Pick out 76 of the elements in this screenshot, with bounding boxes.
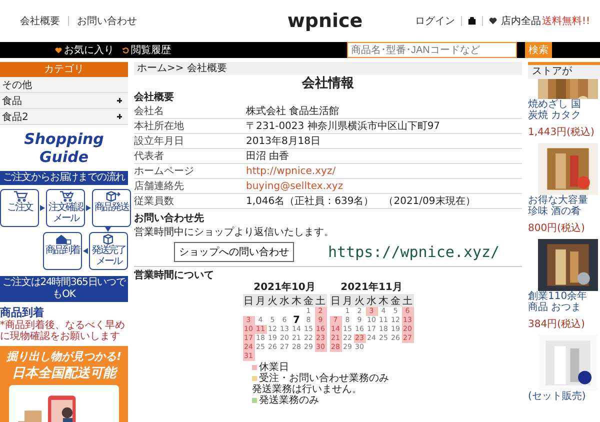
login-link[interactable]: ログイン (414, 14, 455, 28)
notice-label: 店内全品 (500, 14, 541, 28)
step-tile: 商品発送 (92, 189, 131, 227)
legend-note: 発送業務は行いません。 (252, 384, 363, 395)
product-name[interactable]: お得な大容量 (528, 195, 600, 206)
heart-icon (488, 17, 497, 25)
bag-icon[interactable] (468, 17, 476, 25)
site-logo[interactable]: wpnice (260, 10, 390, 32)
contact-shop-button[interactable]: ショップへの問い合わせ (174, 242, 294, 262)
step-tile: 注文確認メール (46, 189, 85, 227)
product-name[interactable]: 炭焼 カタク (528, 110, 600, 121)
search-field[interactable]: 商品名･型番･JANコードなど (347, 42, 517, 58)
product-name[interactable]: 珍味 酒の肴 (528, 206, 600, 217)
table-value: 〒231-0023 神奈川県横浜市中区山下町97 (246, 120, 440, 133)
page-title: 会社情報 (300, 76, 355, 91)
weekday-header: 日 月 火 水 木 金 土 (242, 294, 326, 307)
history-link[interactable]: 閲覧履歴 (122, 43, 171, 57)
house-icon (54, 233, 72, 245)
category-item[interactable]: 食品2 (0, 109, 128, 125)
table-link[interactable]: buying@selltex.xyz (246, 180, 344, 192)
section-heading: 営業時間について (134, 269, 215, 282)
flow-banner: ご注文からお届けまでの流れ (0, 171, 128, 185)
site-url: https://wpnice.xyz/ (328, 243, 500, 261)
step-tile: 商品到着 (43, 232, 82, 270)
product-name[interactable]: 創業110余年 (528, 291, 600, 302)
table-link[interactable]: http://wpnice.xyz/ (246, 166, 336, 176)
table-value: 株式会社 食品生活館 (246, 104, 340, 118)
contact-text: 営業時間中にショップより返信いたします。 (134, 226, 335, 239)
promo-text: 掘り出し物が見つかる! (5, 349, 123, 364)
breadcrumb: ホーム>> 会社概要 (134, 62, 522, 75)
arrow-icon (83, 248, 88, 254)
table-label: 店舗連絡先 (134, 180, 185, 193)
calendar-month: 2021年11月 (340, 282, 404, 294)
heart-icon (55, 46, 62, 54)
arrow-icon (86, 205, 91, 211)
step-tile: ご注文 (0, 189, 39, 227)
legend-text: 休業日 (259, 362, 289, 373)
category-item[interactable]: その他 (0, 77, 128, 93)
table-label: ホームページ (134, 165, 195, 178)
favorites-link[interactable]: お気に入り (55, 43, 114, 57)
ranking-header: ストアが (528, 65, 600, 79)
table-label: 代表者 (134, 150, 165, 163)
table-value: 2013年8月18日 (246, 135, 321, 148)
arrow-icon (105, 227, 111, 232)
step-tile: 発送完了メール (89, 232, 128, 270)
section-heading: 会社概要 (134, 91, 175, 104)
order-banner: ご注文は24時間365日いつでもOK (0, 276, 128, 302)
product-name[interactable]: 焼めざし 国 (528, 99, 600, 110)
calendar-month: 2021年10月 (252, 282, 316, 294)
table-label: 設立年月日 (134, 134, 185, 148)
product-name[interactable]: 商品 おつま (528, 302, 600, 313)
header-link[interactable]: お問い合わせ (77, 14, 137, 28)
free-shipping-text: 送料無料!! (542, 14, 590, 28)
section-heading: お問い合わせ先 (134, 212, 205, 225)
table-value: 田沼 由香 (246, 150, 290, 163)
arrival-note: *商品到着後、なるべく早めに現物確認をお願いします (0, 320, 126, 342)
arrival-title: 商品到着 (0, 305, 45, 320)
weekday-header: 日 月 火 水 木 金 土 (330, 294, 414, 307)
arrow-icon (40, 205, 45, 211)
history-icon (122, 46, 129, 54)
legend-text: 発送業務のみ (259, 395, 319, 406)
product-price: 384円(税込) (528, 318, 586, 331)
calendar-day: 7 (290, 316, 302, 325)
promo-text: 日本全国配送可能 (11, 365, 119, 382)
table-value: 1,046名（正社員：639名） （2021/09末現在） (246, 194, 476, 208)
header-link[interactable]: 会社概要 (20, 14, 60, 28)
category-header: カテゴリ (0, 62, 128, 77)
table-label: 従業員数 (134, 194, 175, 208)
product-price: 800円(税込) (528, 222, 586, 235)
product-price: 1,443円(税込) (528, 126, 596, 139)
shopping-guide-title: Shopping Guide (23, 129, 105, 168)
product-name[interactable]: (セット販売) (528, 391, 600, 402)
table-label: 本社所在地 (134, 120, 185, 133)
table-label: 会社名 (134, 104, 165, 118)
legend-text: 受注・お問い合わせ業務のみ (259, 373, 389, 384)
category-item[interactable]: 食品 (0, 93, 128, 109)
